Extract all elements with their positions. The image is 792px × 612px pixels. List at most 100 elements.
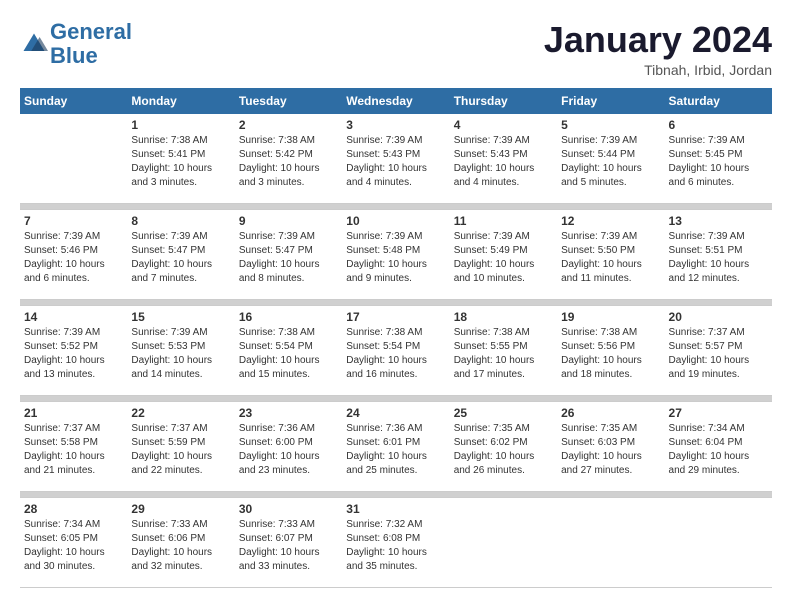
- day-cell: 25Sunrise: 7:35 AM Sunset: 6:02 PM Dayli…: [450, 402, 557, 492]
- day-info: Sunrise: 7:38 AM Sunset: 5:54 PM Dayligh…: [346, 326, 445, 382]
- column-header-thursday: Thursday: [450, 88, 557, 114]
- day-cell: 30Sunrise: 7:33 AM Sunset: 6:07 PM Dayli…: [235, 498, 342, 588]
- column-header-sunday: Sunday: [20, 88, 127, 114]
- day-number: 28: [24, 502, 123, 516]
- title-block: January 2024 Tibnah, Irbid, Jordan: [544, 20, 772, 78]
- day-cell: 20Sunrise: 7:37 AM Sunset: 5:57 PM Dayli…: [665, 306, 772, 396]
- day-number: 8: [131, 214, 230, 228]
- day-cell: 6Sunrise: 7:39 AM Sunset: 5:45 PM Daylig…: [665, 114, 772, 204]
- day-cell: 21 Sunrise: 7:37 AM Sunset: 5:58 PM Dayli…: [20, 402, 127, 492]
- day-info: Sunrise: 7:37 AM Sunset: 5:58 PM Dayligh…: [24, 422, 123, 478]
- day-cell: 7 Sunrise: 7:39 AM Sunset: 5:46 PM Daylig…: [20, 210, 127, 300]
- day-number: 27: [669, 406, 768, 420]
- day-cell: 24 Sunrise: 7:36 AM Sunset: 6:01 PM Dayli…: [342, 402, 449, 492]
- day-info: Sunrise: 7:39 AM Sunset: 5:43 PM Dayligh…: [454, 134, 553, 190]
- day-cell: 29 Sunrise: 7:33 AM Sunset: 6:06 PM Dayli…: [127, 498, 234, 588]
- day-info: Sunrise: 7:39 AM Sunset: 5:48 PM Dayligh…: [346, 230, 445, 286]
- week-row-2: 7 Sunrise: 7:39 AM Sunset: 5:46 PM Daylig…: [20, 210, 772, 300]
- day-info: Sunrise: 7:38 AM Sunset: 5:41 PM Dayligh…: [131, 134, 230, 190]
- day-number: 14: [24, 310, 123, 324]
- day-cell: 31 Sunrise: 7:32 AM Sunset: 6:08 PM Dayli…: [342, 498, 449, 588]
- day-number: 25: [454, 406, 553, 420]
- day-number: 15: [131, 310, 230, 324]
- day-number: 16: [239, 310, 338, 324]
- logo-icon: [20, 30, 48, 58]
- day-info: Sunrise: 7:39 AM Sunset: 5:53 PM Dayligh…: [131, 326, 230, 382]
- day-number: 26: [561, 406, 660, 420]
- day-info: Sunrise: 7:38 AM Sunset: 5:54 PM Dayligh…: [239, 326, 338, 382]
- day-cell: 26 Sunrise: 7:35 AM Sunset: 6:03 PM Dayli…: [557, 402, 664, 492]
- day-info: Sunrise: 7:34 AM Sunset: 6:05 PM Dayligh…: [24, 518, 123, 574]
- day-number: 13: [669, 214, 768, 228]
- week-row-3: 14 Sunrise: 7:39 AM Sunset: 5:52 PM Dayli…: [20, 306, 772, 396]
- day-info: Sunrise: 7:37 AM Sunset: 5:57 PM Dayligh…: [669, 326, 768, 382]
- day-cell: 18Sunrise: 7:38 AM Sunset: 5:55 PM Dayli…: [450, 306, 557, 396]
- day-number: 29: [131, 502, 230, 516]
- page-header: General Blue January 2024 Tibnah, Irbid,…: [20, 20, 772, 78]
- day-number: 21: [24, 406, 123, 420]
- day-number: 10: [346, 214, 445, 228]
- day-cell: 23 Sunrise: 7:36 AM Sunset: 6:00 PM Dayli…: [235, 402, 342, 492]
- day-number: 7: [24, 214, 123, 228]
- day-cell: 15 Sunrise: 7:39 AM Sunset: 5:53 PM Dayli…: [127, 306, 234, 396]
- day-number: 2: [239, 118, 338, 132]
- logo: General Blue: [20, 20, 132, 68]
- day-info: Sunrise: 7:39 AM Sunset: 5:47 PM Dayligh…: [239, 230, 338, 286]
- day-info: Sunrise: 7:39 AM Sunset: 5:45 PM Dayligh…: [669, 134, 768, 190]
- day-number: 5: [561, 118, 660, 132]
- day-info: Sunrise: 7:34 AM Sunset: 6:04 PM Dayligh…: [669, 422, 768, 478]
- day-cell: 28 Sunrise: 7:34 AM Sunset: 6:05 PM Dayli…: [20, 498, 127, 588]
- day-cell: 4 Sunrise: 7:39 AM Sunset: 5:43 PM Daylig…: [450, 114, 557, 204]
- day-info: Sunrise: 7:39 AM Sunset: 5:49 PM Dayligh…: [454, 230, 553, 286]
- day-number: 23: [239, 406, 338, 420]
- column-header-tuesday: Tuesday: [235, 88, 342, 114]
- day-number: 3: [346, 118, 445, 132]
- column-header-monday: Monday: [127, 88, 234, 114]
- week-row-1: 1Sunrise: 7:38 AM Sunset: 5:41 PM Daylig…: [20, 114, 772, 204]
- day-info: Sunrise: 7:39 AM Sunset: 5:52 PM Dayligh…: [24, 326, 123, 382]
- day-info: Sunrise: 7:35 AM Sunset: 6:03 PM Dayligh…: [561, 422, 660, 478]
- column-header-friday: Friday: [557, 88, 664, 114]
- day-info: Sunrise: 7:39 AM Sunset: 5:43 PM Dayligh…: [346, 134, 445, 190]
- day-cell: 1Sunrise: 7:38 AM Sunset: 5:41 PM Daylig…: [127, 114, 234, 204]
- day-number: 18: [454, 310, 553, 324]
- main-title: January 2024: [544, 20, 772, 60]
- subtitle: Tibnah, Irbid, Jordan: [544, 62, 772, 78]
- day-cell: 19Sunrise: 7:38 AM Sunset: 5:56 PM Dayli…: [557, 306, 664, 396]
- day-cell: 2Sunrise: 7:38 AM Sunset: 5:42 PM Daylig…: [235, 114, 342, 204]
- day-number: 31: [346, 502, 445, 516]
- day-cell: 11Sunrise: 7:39 AM Sunset: 5:49 PM Dayli…: [450, 210, 557, 300]
- day-info: Sunrise: 7:32 AM Sunset: 6:08 PM Dayligh…: [346, 518, 445, 574]
- day-info: Sunrise: 7:37 AM Sunset: 5:59 PM Dayligh…: [131, 422, 230, 478]
- day-cell: 9 Sunrise: 7:39 AM Sunset: 5:47 PM Daylig…: [235, 210, 342, 300]
- day-cell: 5Sunrise: 7:39 AM Sunset: 5:44 PM Daylig…: [557, 114, 664, 204]
- day-cell: 3 Sunrise: 7:39 AM Sunset: 5:43 PM Daylig…: [342, 114, 449, 204]
- day-number: 9: [239, 214, 338, 228]
- day-number: 4: [454, 118, 553, 132]
- logo-text: General Blue: [50, 20, 132, 68]
- day-info: Sunrise: 7:36 AM Sunset: 6:00 PM Dayligh…: [239, 422, 338, 478]
- week-row-4: 21 Sunrise: 7:37 AM Sunset: 5:58 PM Dayli…: [20, 402, 772, 492]
- day-number: 30: [239, 502, 338, 516]
- day-number: 24: [346, 406, 445, 420]
- day-number: 17: [346, 310, 445, 324]
- day-info: Sunrise: 7:39 AM Sunset: 5:46 PM Dayligh…: [24, 230, 123, 286]
- day-cell: [557, 498, 664, 588]
- day-info: Sunrise: 7:39 AM Sunset: 5:50 PM Dayligh…: [561, 230, 660, 286]
- day-cell: [20, 114, 127, 204]
- day-info: Sunrise: 7:39 AM Sunset: 5:47 PM Dayligh…: [131, 230, 230, 286]
- day-cell: 8 Sunrise: 7:39 AM Sunset: 5:47 PM Daylig…: [127, 210, 234, 300]
- day-cell: 13 Sunrise: 7:39 AM Sunset: 5:51 PM Dayli…: [665, 210, 772, 300]
- day-cell: 10 Sunrise: 7:39 AM Sunset: 5:48 PM Dayli…: [342, 210, 449, 300]
- day-number: 22: [131, 406, 230, 420]
- day-info: Sunrise: 7:36 AM Sunset: 6:01 PM Dayligh…: [346, 422, 445, 478]
- day-cell: 12Sunrise: 7:39 AM Sunset: 5:50 PM Dayli…: [557, 210, 664, 300]
- day-cell: 17 Sunrise: 7:38 AM Sunset: 5:54 PM Dayli…: [342, 306, 449, 396]
- column-header-wednesday: Wednesday: [342, 88, 449, 114]
- day-info: Sunrise: 7:39 AM Sunset: 5:51 PM Dayligh…: [669, 230, 768, 286]
- column-headers: SundayMondayTuesdayWednesdayThursdayFrid…: [20, 88, 772, 114]
- day-number: 19: [561, 310, 660, 324]
- day-info: Sunrise: 7:33 AM Sunset: 6:06 PM Dayligh…: [131, 518, 230, 574]
- calendar-table: SundayMondayTuesdayWednesdayThursdayFrid…: [20, 88, 772, 589]
- day-cell: 27 Sunrise: 7:34 AM Sunset: 6:04 PM Dayli…: [665, 402, 772, 492]
